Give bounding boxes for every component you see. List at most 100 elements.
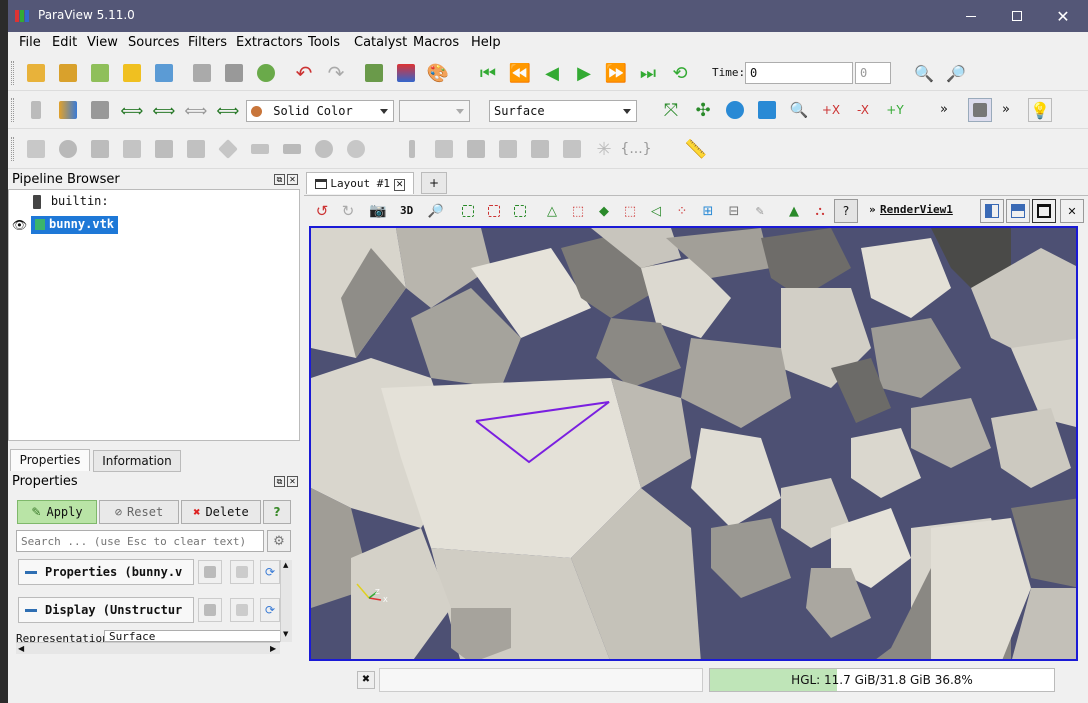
set-view-plus-y-icon[interactable]: +Y xyxy=(883,98,907,122)
split-vertical-icon[interactable] xyxy=(1006,199,1030,223)
properties-scrollbar[interactable]: ▲ ▼ xyxy=(280,560,292,642)
menu-help[interactable]: Help xyxy=(471,35,501,50)
search-input[interactable] xyxy=(16,530,264,552)
component-select[interactable] xyxy=(399,100,470,122)
first-frame-icon[interactable]: ⏮ xyxy=(476,61,500,85)
group-datasets-icon[interactable] xyxy=(312,137,336,161)
hover-points-icon[interactable]: ◁ xyxy=(644,199,668,223)
panel-close-icon[interactable]: ✕ xyxy=(287,476,298,487)
maximize-button[interactable] xyxy=(994,0,1040,32)
save-state-icon[interactable] xyxy=(152,61,176,85)
clip-icon[interactable] xyxy=(88,137,112,161)
scroll-left-icon[interactable]: ◀ xyxy=(18,644,24,653)
apply-button[interactable]: ✎ Apply xyxy=(17,500,97,524)
visibility-eye-icon[interactable]: 👁 xyxy=(12,218,27,232)
zoom-closest-icon[interactable]: ✣ xyxy=(691,98,715,122)
grow-selection-icon[interactable]: ⊞ xyxy=(696,199,720,223)
rescale-range-icon[interactable] xyxy=(88,98,112,122)
glyph-icon[interactable] xyxy=(216,137,240,161)
representation-select[interactable]: Surface xyxy=(489,100,637,122)
scroll-down-icon[interactable]: ▼ xyxy=(283,630,288,638)
last-frame-icon[interactable]: ⏭ xyxy=(636,61,660,85)
polygon-selection-icon[interactable]: ? xyxy=(834,199,858,223)
horizontal-scrollbar[interactable]: ◀ ▶ xyxy=(16,642,280,654)
help-button[interactable]: ? xyxy=(263,500,291,524)
server-icon[interactable] xyxy=(222,61,246,85)
disconnect-icon[interactable] xyxy=(190,61,214,85)
redo-icon[interactable]: ↷ xyxy=(324,61,348,85)
threshold-icon[interactable] xyxy=(152,137,176,161)
time-step-spinbox[interactable]: 0 xyxy=(855,62,891,84)
display-section-header[interactable]: Display (Unstructur xyxy=(18,597,194,623)
extract-level-icon[interactable] xyxy=(344,137,368,161)
menu-extractors[interactable]: Extractors xyxy=(236,35,303,50)
more-tools-chevron-2-icon[interactable]: » xyxy=(1002,102,1010,117)
select-points-through-icon[interactable]: ⬚ xyxy=(566,199,590,223)
edit-color-map-icon[interactable] xyxy=(56,98,80,122)
query-icon[interactable]: 🔎 xyxy=(944,61,968,85)
palette-icon[interactable]: 🎨 xyxy=(426,61,450,85)
stream-tracer-icon[interactable] xyxy=(248,137,272,161)
camera-undo-icon[interactable] xyxy=(362,61,386,85)
scroll-right-icon[interactable]: ▶ xyxy=(270,644,276,653)
scroll-up-icon[interactable]: ▲ xyxy=(283,561,288,569)
shrink-selection-icon[interactable]: ⊟ xyxy=(722,199,746,223)
ruler-icon[interactable]: 📏 xyxy=(684,137,708,161)
menu-edit[interactable]: Edit xyxy=(52,35,77,50)
recent-files-icon[interactable] xyxy=(56,61,80,85)
paste-icon[interactable] xyxy=(230,560,254,584)
color-by-select[interactable]: Solid Color xyxy=(246,100,394,122)
loop-icon[interactable]: ⟲ xyxy=(668,61,692,85)
clear-selection-icon[interactable]: ✎ xyxy=(748,199,772,223)
interactive-select-icon[interactable]: ⬚ xyxy=(618,199,642,223)
panel-close-icon[interactable]: ✕ xyxy=(287,174,298,185)
menu-view[interactable]: View xyxy=(87,35,118,50)
toolbar-grip[interactable] xyxy=(11,61,14,85)
select-cells-polygon-icon[interactable]: △ xyxy=(540,199,564,223)
split-horizontal-icon[interactable] xyxy=(980,199,1004,223)
find-data-icon[interactable]: 🔍 xyxy=(912,61,936,85)
reset-button[interactable]: ⊘ Reset xyxy=(99,500,179,524)
reset-camera-icon[interactable]: ⤧ xyxy=(659,98,683,122)
menu-file[interactable]: File xyxy=(19,35,41,50)
menu-filters[interactable]: Filters xyxy=(188,35,227,50)
paste-icon[interactable] xyxy=(230,598,254,622)
zoom-to-box-icon[interactable] xyxy=(755,98,779,122)
edit-selection-icon[interactable]: ▲ xyxy=(782,199,806,223)
plot-over-line-icon[interactable] xyxy=(432,137,456,161)
set-view-minus-x-icon[interactable]: -X xyxy=(851,98,875,122)
reset-session-icon[interactable] xyxy=(254,61,278,85)
rescale-custom-visible-icon[interactable]: ⟺ xyxy=(216,98,240,122)
hover-cells-icon[interactable]: ⁘ xyxy=(670,199,694,223)
interaction-mode-icon[interactable]: 🔎 xyxy=(424,199,448,223)
plot-data-over-time-icon[interactable] xyxy=(560,137,584,161)
undock-icon[interactable]: ⧉ xyxy=(274,476,285,487)
time-input[interactable]: 0 xyxy=(745,62,853,84)
feature-edges-icon[interactable]: ✳ xyxy=(592,137,616,161)
pipeline-item-bunny[interactable]: bunny.vtk xyxy=(31,216,119,234)
select-points-on-icon[interactable] xyxy=(482,199,506,223)
open-file-icon[interactable] xyxy=(24,61,48,85)
rescale-custom-icon[interactable]: ⟺ xyxy=(120,98,144,122)
split-undo-icon[interactable]: ↺ xyxy=(310,199,334,223)
select-cells-on-icon[interactable] xyxy=(456,199,480,223)
maximize-view-icon[interactable] xyxy=(1032,199,1056,223)
set-view-plus-x-icon[interactable]: +X xyxy=(819,98,843,122)
save-data-icon[interactable] xyxy=(88,61,112,85)
menu-sources[interactable]: Sources xyxy=(128,35,179,50)
toolbar-grip-3[interactable] xyxy=(11,137,14,161)
probe-icon[interactable] xyxy=(400,137,424,161)
toggle-selection-icon[interactable] xyxy=(968,98,992,122)
histogram-icon[interactable] xyxy=(464,137,488,161)
refresh-icon[interactable]: ⟳ xyxy=(260,598,280,622)
capture-screenshot-icon[interactable]: 📷 xyxy=(366,199,390,223)
extract-subset-icon[interactable] xyxy=(184,137,208,161)
warp-by-vector-icon[interactable] xyxy=(280,137,304,161)
tab-layout-1[interactable]: Layout #1 ✕ xyxy=(306,172,414,194)
rescale-temporal-icon[interactable]: ⟺ xyxy=(152,98,176,122)
delete-button[interactable]: ✖ Delete xyxy=(181,500,261,524)
more-tools-chevron-icon[interactable]: » xyxy=(940,102,948,117)
render-view-name[interactable]: RenderView1 xyxy=(880,203,953,216)
undock-icon[interactable]: ⧉ xyxy=(274,174,285,185)
gear-icon[interactable]: ⚙ xyxy=(267,530,291,552)
